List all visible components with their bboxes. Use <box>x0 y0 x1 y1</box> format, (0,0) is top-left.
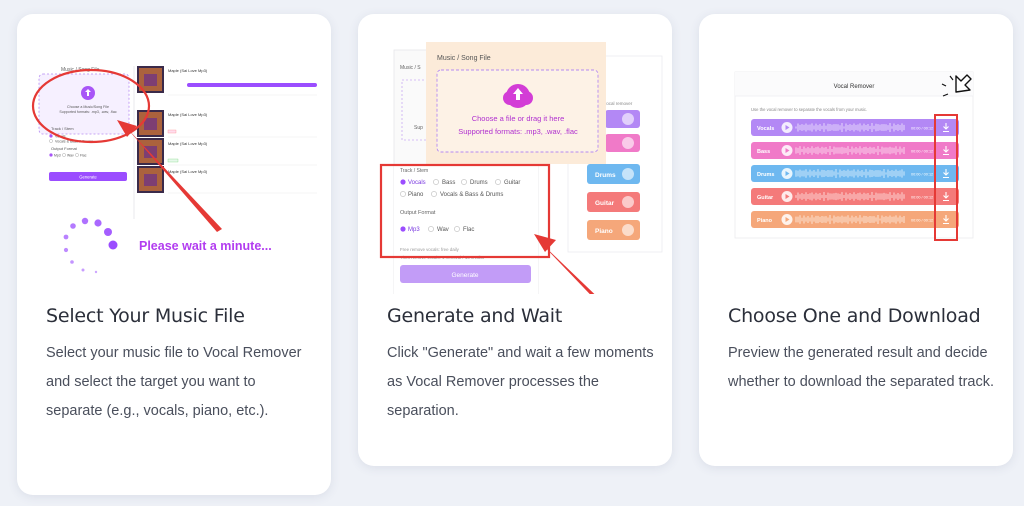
step-card-download: Vocal Remover Use the vocal remover to s… <box>699 14 1013 466</box>
time-readout: 00:00 / 00:12 <box>911 150 933 154</box>
svg-text:Music / S: Music / S <box>400 65 421 71</box>
svg-text:Generate: Generate <box>79 174 97 179</box>
svg-text:Sup: Sup <box>414 125 423 131</box>
svg-text:Piano: Piano <box>595 228 613 235</box>
svg-text:Free remove vocals: free daily: Free remove vocals: free daily <box>400 247 460 252</box>
loading-spinner-icon <box>63 217 118 274</box>
step-title: Generate and Wait <box>387 305 563 327</box>
window-title: Vocal Remover <box>834 84 875 90</box>
guitar-stem-button[interactable]: Guitar <box>587 192 640 212</box>
step2-illustration: Music / S Sup vocal remover Drums Guitar… <box>379 42 663 294</box>
svg-text:Choose a file or drag it here: Choose a file or drag it here <box>472 114 565 123</box>
svg-text:Maple (Sai Love Mp3): Maple (Sai Love Mp3) <box>168 141 208 146</box>
svg-text:Track / Stem: Track / Stem <box>400 168 428 174</box>
track-row-guitar: Guitar 00:00 / 00:12 <box>751 188 959 205</box>
drums-stem-button[interactable]: Drums <box>587 164 640 184</box>
svg-text:Drums: Drums <box>595 172 616 179</box>
track-label: Guitar <box>757 195 774 201</box>
track-row-vocals: Vocals 00:00 / 00:12 <box>751 119 959 136</box>
svg-text:Supported formats: .mp3, .wav,: Supported formats: .mp3, .wav, .flac <box>458 127 578 136</box>
step-card-generate: Music / S Sup vocal remover Drums Guitar… <box>358 14 672 466</box>
song-list: Maple (Sai Love Mp3) Maple (Sai Love Mp3… <box>137 66 317 194</box>
svg-text:Music / Song File: Music / Song File <box>437 55 491 62</box>
step-title: Select Your Music File <box>46 305 245 327</box>
track-label: Piano <box>757 218 773 224</box>
step-title: Choose One and Download <box>728 305 981 327</box>
step-description: Preview the generated result and decide … <box>728 345 994 390</box>
svg-text:Output Format: Output Format <box>51 146 78 151</box>
svg-text:Mp3: Mp3 <box>408 227 420 233</box>
step-description: Select your music file to Vocal Remover … <box>46 345 302 419</box>
svg-text:Wav: Wav <box>437 227 449 233</box>
svg-text:Supported formats: .mp3, .wav,: Supported formats: .mp3, .wav, .flac <box>59 110 116 114</box>
song-row[interactable]: Maple (Sai Love Mp3) <box>137 138 317 166</box>
svg-text:Drums: Drums <box>470 180 488 186</box>
svg-text:Guitar: Guitar <box>504 180 520 186</box>
track-row-piano: Piano 00:00 / 00:12 <box>751 211 959 228</box>
svg-text:Generate: Generate <box>451 272 478 279</box>
svg-text:Vocals: Vocals <box>408 180 426 186</box>
svg-text:Mp3: Mp3 <box>54 154 61 158</box>
svg-text:Bass: Bass <box>442 180 455 186</box>
step1-illustration: Music / Song File Choose a Music/Song Fi… <box>31 66 317 274</box>
track-label: Vocals <box>757 126 774 132</box>
dropzone[interactable] <box>436 69 599 153</box>
svg-text:Wav: Wav <box>67 154 74 158</box>
svg-text:Choose a Music/Song File: Choose a Music/Song File <box>67 105 109 109</box>
piano-stem-button[interactable]: Piano <box>587 220 640 240</box>
track-row-drums: Drums 00:00 / 00:12 <box>751 165 959 182</box>
time-readout: 00:00 / 00:12 <box>911 219 933 223</box>
svg-text:Vocals & Bass & Drums: Vocals & Bass & Drums <box>440 192 503 198</box>
svg-text:Track / Stem: Track / Stem <box>51 126 74 131</box>
svg-text:Flac: Flac <box>80 154 87 158</box>
track-label: Bass <box>757 149 770 155</box>
step-description: Click "Generate" and wait a few moments … <box>387 345 654 419</box>
step-card-select-file: Music / Song File Choose a Music/Song Fi… <box>17 14 331 495</box>
time-readout: 00:00 / 00:12 <box>911 196 933 200</box>
svg-text:Flac: Flac <box>463 227 474 233</box>
format-radio-mp3[interactable] <box>400 226 406 232</box>
time-readout: 00:00 / 00:12 <box>911 127 933 131</box>
track-label: Drums <box>757 172 774 178</box>
svg-text:Use the vocal remover to separ: Use the vocal remover to separate the vo… <box>751 107 867 112</box>
stem-radio-vocals[interactable] <box>400 179 406 185</box>
song-row[interactable]: Maple (Sai Love Mp3) <box>137 66 317 96</box>
svg-text:Guitar: Guitar <box>595 200 615 207</box>
wait-message: Please wait a minute... <box>139 239 272 253</box>
song-row[interactable]: Maple (Sai Love Mp3) <box>137 110 317 138</box>
track-row-bass: Bass 00:00 / 00:12 <box>751 142 959 159</box>
time-readout: 00:00 / 00:12 <box>911 173 933 177</box>
svg-text:Maple (Sai Love Mp3): Maple (Sai Love Mp3) <box>168 68 208 73</box>
step3-illustration: Vocal Remover Use the vocal remover to s… <box>734 71 974 241</box>
svg-text:Piano: Piano <box>408 192 424 198</box>
generate-button[interactable]: Generate <box>400 265 531 283</box>
svg-text:Maple (Sai Love Mp3): Maple (Sai Love Mp3) <box>168 169 208 174</box>
svg-text:Maple (Sai Love Mp3): Maple (Sai Love Mp3) <box>168 112 208 117</box>
svg-text:Output Format: Output Format <box>400 210 436 216</box>
svg-text:vocal remover: vocal remover <box>604 101 633 106</box>
